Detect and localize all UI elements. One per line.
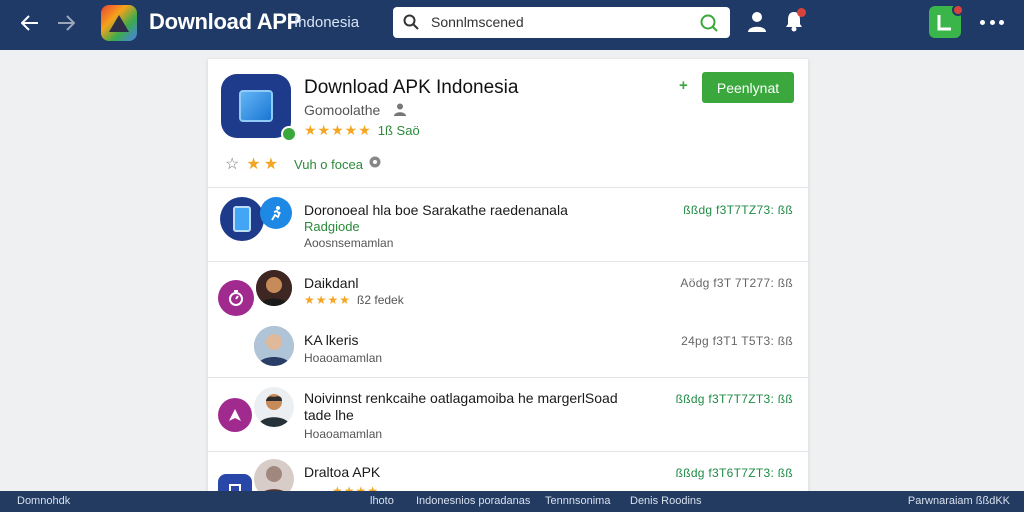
avatar[interactable] [254, 387, 294, 427]
forward-arrow-icon[interactable] [51, 8, 81, 38]
star-filled-icon[interactable]: ★ [264, 154, 278, 174]
app-logo-icon[interactable] [101, 5, 137, 41]
list-item-meta: ßßdg f3T6T7ZT3: ßß [675, 466, 793, 480]
list-item-rating: ★★★★ ß2 fedek [304, 293, 404, 307]
list-item-meta: Aödg f3T 7T277: ßß [680, 276, 793, 290]
hero-link[interactable]: Vuh o focea [294, 157, 363, 172]
footer-brand[interactable]: Domnohdk [17, 495, 70, 507]
avatar[interactable] [254, 459, 294, 493]
list-item-title[interactable]: Daikdanl [304, 275, 358, 291]
notification-bell-icon[interactable] [784, 8, 806, 37]
star-outline-icon[interactable]: ☆ [225, 154, 239, 174]
list-item-subtitle: Hoaoamamlan [304, 351, 383, 365]
search-input[interactable]: Sonnlmscened [431, 14, 524, 30]
footer-link[interactable]: Denis Roodins [630, 495, 702, 507]
top-bar: Download APP Indonesia Sonnlmscened [0, 0, 1024, 50]
list-item-meta: 24pg f3T1 T5T3: ßß [681, 334, 793, 348]
hero-actions-row: ☆ ★ ★ Vuh o focea [225, 154, 381, 174]
search-bar[interactable]: Sonnlmscened [393, 7, 730, 38]
list-item-subtitle: Hoaoamamlan [304, 427, 383, 441]
divider [208, 261, 808, 262]
user-account-icon[interactable] [747, 11, 767, 38]
footer-copyright: Parwnaraiam ßßdKK [907, 495, 1010, 507]
footer-bar: Domnohdk lhoto Indonesnios poradanas Ten… [0, 491, 1024, 512]
notification-badge [797, 8, 806, 17]
search-submit-icon[interactable] [700, 14, 718, 37]
footer-link[interactable]: Indonesnios poradanas [416, 495, 530, 507]
list-item-meta: ßßdg f3T7T7ZT3: ßß [675, 392, 793, 406]
app-list-card: Download APK Indonesia Gomoolathe ★★★★★ … [208, 59, 808, 493]
timer-icon[interactable] [218, 280, 254, 316]
rating-count: ß2 fedek [357, 293, 404, 307]
divider [208, 377, 808, 378]
more-options-icon[interactable] [980, 10, 1004, 34]
hero-app-developer: Gomoolathe [304, 102, 381, 118]
hero-app-icon[interactable] [221, 74, 297, 142]
install-button[interactable]: Peenlynat [702, 72, 794, 103]
list-item-title-line2: tade lhe [304, 407, 354, 423]
brand-title: Download APP [149, 9, 302, 34]
store-badge [952, 4, 964, 16]
list-item-meta: ßßdg f3T7TZ73: ßß [683, 203, 793, 217]
footer-link[interactable]: Tennnsonima [545, 495, 610, 507]
divider [208, 187, 808, 188]
rating-stars: ★★★★★ [304, 122, 372, 138]
list-item-app-icon[interactable] [220, 197, 264, 241]
hero-app-title[interactable]: Download APK Indonesia [304, 77, 518, 99]
settings-icon[interactable] [369, 155, 381, 173]
divider [208, 451, 808, 452]
avatar[interactable] [254, 326, 294, 366]
navigation-arrow-icon[interactable] [218, 398, 252, 432]
footer-link[interactable]: lhoto [370, 495, 394, 507]
hero-rating: ★★★★★ 1ß Saö [304, 122, 420, 139]
list-item-title[interactable]: Doronoeal hla boe Sarakathe raedenanala [304, 202, 568, 218]
rating-count: 1ß Saö [377, 123, 420, 138]
back-arrow-icon[interactable] [15, 8, 45, 38]
run-icon [260, 197, 292, 229]
brand-subtitle: Indonesia [294, 14, 360, 31]
avatar[interactable] [256, 270, 292, 306]
list-item-title[interactable]: Draltoa APK [304, 464, 380, 480]
verified-badge-icon [281, 126, 297, 142]
search-icon [403, 14, 419, 35]
star-filled-icon[interactable]: ★ [246, 154, 260, 174]
rating-stars: ★★★★ [304, 293, 352, 307]
list-item-title[interactable]: Noivinnst renkcaihe oatlagamoiba he marg… [304, 390, 618, 406]
list-item-subtitle: Aoosnsemamlan [304, 236, 394, 250]
add-icon[interactable]: + [679, 77, 688, 94]
store-icon[interactable] [929, 4, 964, 38]
list-item-category: Radgiode [304, 219, 360, 234]
person-icon [394, 103, 406, 121]
list-item-title[interactable]: KA lkeris [304, 332, 358, 348]
